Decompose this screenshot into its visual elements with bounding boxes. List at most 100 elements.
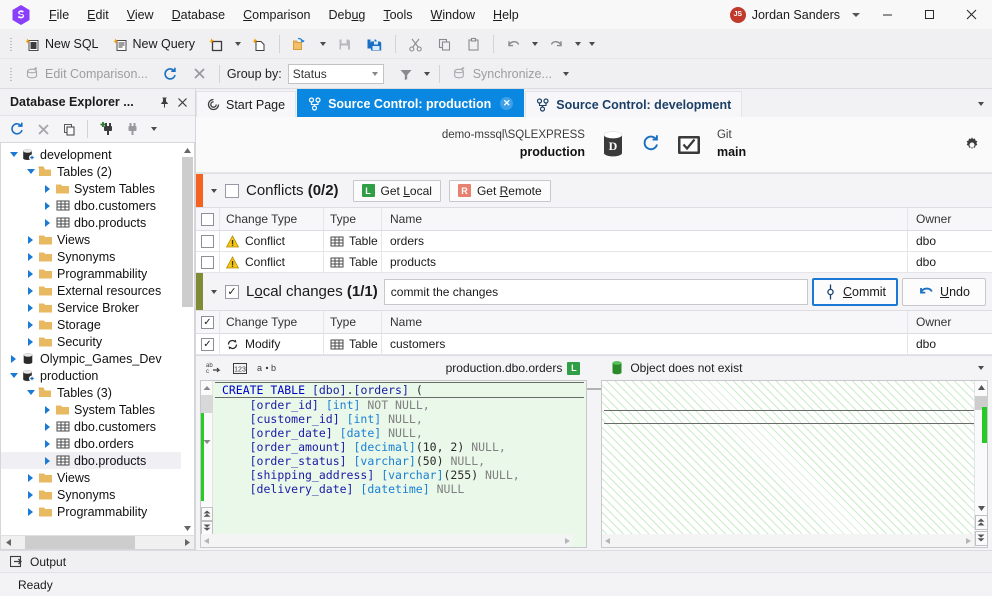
close-icon[interactable]	[173, 93, 191, 111]
toolbar-overflow-button[interactable]	[585, 33, 599, 55]
refresh-comparison-button[interactable]	[155, 62, 185, 86]
next-difference-button[interactable]	[974, 531, 988, 546]
stop-icon[interactable]	[30, 118, 56, 140]
tree-horizontal-scrollbar[interactable]	[0, 535, 195, 550]
menu-item-view[interactable]: View	[118, 4, 163, 26]
diff-left-pane[interactable]: CREATE TABLE [dbo].[orders] ( [order_id]…	[200, 380, 587, 548]
tree-node-production[interactable]: production	[1, 367, 194, 384]
diff-right-code[interactable]	[602, 381, 974, 547]
chevron-right-icon[interactable]	[24, 469, 37, 486]
group-by-select[interactable]: Status	[287, 63, 384, 84]
duplicate-icon[interactable]	[56, 118, 82, 140]
pin-icon[interactable]	[155, 93, 173, 111]
user-account-button[interactable]: JS Jordan Sanders	[724, 6, 866, 23]
chevron-right-icon[interactable]	[41, 180, 54, 197]
get-local-button[interactable]: L Get Local	[352, 179, 441, 202]
chevron-right-icon[interactable]	[24, 282, 37, 299]
new-item-dropdown[interactable]	[231, 33, 245, 55]
tree-node-storage[interactable]: Storage	[1, 316, 194, 333]
synchronize-dropdown[interactable]	[559, 63, 573, 85]
chevron-down-icon[interactable]	[24, 163, 37, 180]
menu-item-debug[interactable]: Debug	[320, 4, 375, 26]
chevron-right-icon[interactable]	[41, 401, 54, 418]
tree-node-dbo-customers[interactable]: dbo.customers	[1, 418, 194, 435]
scroll-right-button[interactable]	[180, 536, 194, 549]
menu-item-file[interactable]: FFileile	[40, 4, 78, 26]
new-item-button[interactable]	[202, 32, 231, 56]
diff-right-vscroll[interactable]	[974, 381, 988, 547]
chevron-right-icon[interactable]	[24, 486, 37, 503]
tree-scroll-thumb[interactable]	[182, 157, 193, 307]
refresh-icon[interactable]	[4, 118, 30, 140]
chevron-right-icon[interactable]	[41, 197, 54, 214]
tree-node-development[interactable]: development	[1, 146, 194, 163]
undo-button[interactable]	[499, 32, 528, 56]
edit-comparison-button[interactable]: Edit Comparison...	[18, 62, 155, 86]
chevron-right-icon[interactable]	[24, 299, 37, 316]
scroll-up-button[interactable]	[975, 381, 988, 394]
diff-options-button[interactable]	[978, 366, 984, 370]
disconnect-icon[interactable]	[119, 118, 145, 140]
toolbar2-grip[interactable]	[6, 65, 16, 83]
tree-node-system-tables[interactable]: System Tables	[1, 401, 194, 418]
diff-right-pane[interactable]	[601, 380, 988, 548]
tab-source-control-development[interactable]: Source Control: development	[525, 91, 743, 117]
tree-node-synonyms[interactable]: Synonyms	[1, 248, 194, 265]
menu-item-help[interactable]: Help	[484, 4, 528, 26]
select-all-cell[interactable]: ✓	[196, 311, 220, 333]
menu-item-window[interactable]: Window	[422, 4, 484, 26]
tree-node-views[interactable]: Views	[1, 469, 194, 486]
open-folder-dropdown[interactable]	[316, 33, 330, 55]
row-checkbox[interactable]: ✓	[201, 337, 214, 351]
select-all-checkbox[interactable]	[201, 212, 214, 226]
chevron-down-icon[interactable]	[24, 384, 37, 401]
tree-node-synonyms[interactable]: Synonyms	[1, 486, 194, 503]
chevron-right-icon[interactable]	[24, 265, 37, 282]
select-all-cell[interactable]	[196, 208, 220, 230]
chevron-right-icon[interactable]	[24, 231, 37, 248]
chevron-right-icon[interactable]	[24, 333, 37, 350]
tab-close-icon[interactable]: ✕	[500, 97, 514, 110]
synchronize-button[interactable]: Synchronize...	[445, 62, 559, 86]
scroll-down-button[interactable]	[181, 521, 194, 535]
row-checkbox-cell[interactable]	[196, 231, 220, 251]
row-checkbox-cell[interactable]	[196, 252, 220, 272]
tree-node-dbo-products[interactable]: dbo.products	[1, 214, 194, 231]
tree-node-programmability[interactable]: Programmability	[1, 265, 194, 282]
minimize-button[interactable]	[866, 0, 908, 30]
tree-node-views[interactable]: Views	[1, 231, 194, 248]
get-remote-button[interactable]: R Get Remote	[448, 179, 551, 202]
tree-node-dbo-products[interactable]: dbo.products	[1, 452, 194, 469]
chevron-down-icon[interactable]	[852, 12, 860, 17]
chevron-down-icon[interactable]	[7, 367, 20, 384]
tree-node-system-tables[interactable]: System Tables	[1, 180, 194, 197]
overflow-icon[interactable]	[145, 118, 163, 140]
chevron-right-icon[interactable]	[24, 503, 37, 520]
menu-item-tools[interactable]: Tools	[374, 4, 421, 26]
row-checkbox-cell[interactable]: ✓	[196, 334, 220, 354]
filter-dropdown[interactable]	[420, 63, 434, 85]
chevron-down-icon[interactable]	[7, 146, 20, 163]
chevron-right-icon[interactable]	[24, 248, 37, 265]
prev-difference-button[interactable]	[974, 515, 988, 530]
commit-message-input[interactable]: commit the changes	[383, 278, 808, 305]
new-document-button[interactable]	[245, 32, 274, 56]
commit-button[interactable]: Commit	[812, 277, 898, 306]
add-connection-icon[interactable]	[93, 118, 119, 140]
open-folder-button[interactable]	[285, 32, 316, 56]
gear-icon[interactable]	[962, 135, 982, 155]
diff-left-code[interactable]: CREATE TABLE [dbo].[orders] ( [order_id]…	[213, 381, 586, 547]
tree-node-olympic-games-dev[interactable]: Olympic_Games_Dev	[1, 350, 194, 367]
database-tree[interactable]: development Tables (2) System Tables dbo.cu…	[0, 143, 195, 535]
chevron-right-icon[interactable]	[41, 418, 54, 435]
tree-node-security[interactable]: Security	[1, 333, 194, 350]
row-checkbox[interactable]	[201, 255, 214, 269]
chevron-right-icon[interactable]	[41, 214, 54, 231]
copy-button[interactable]	[430, 32, 459, 56]
redo-dropdown[interactable]	[571, 33, 585, 55]
maximize-button[interactable]	[908, 0, 950, 30]
tree-node-tables-3[interactable]: Tables (3)	[1, 384, 194, 401]
table-row[interactable]: Conflict Table orders dbo	[196, 231, 992, 252]
close-button[interactable]	[950, 0, 992, 30]
scroll-left-button[interactable]	[1, 536, 15, 549]
